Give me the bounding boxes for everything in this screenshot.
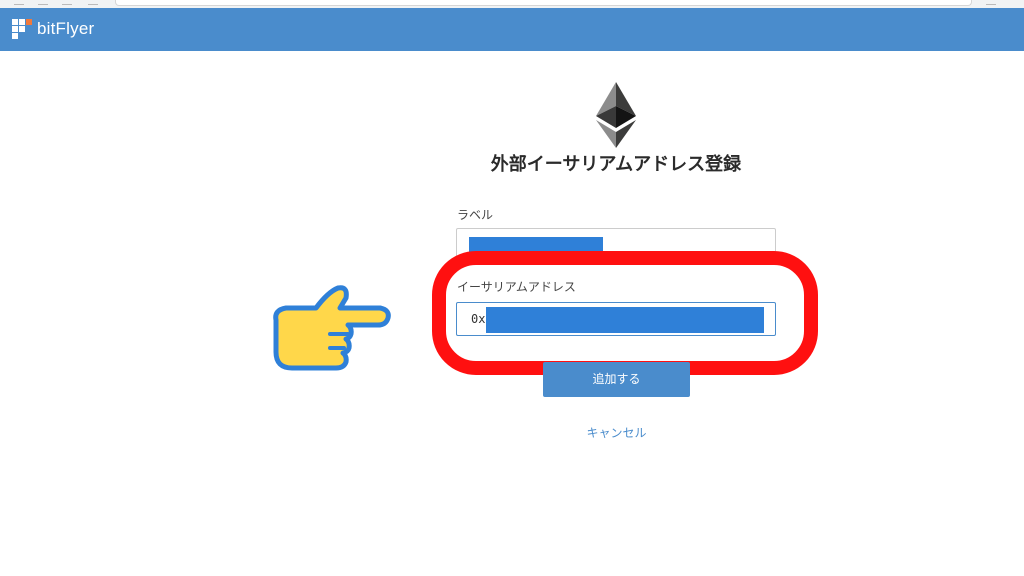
add-button[interactable]: 追加する (543, 362, 690, 397)
redacted-address-value (486, 307, 764, 333)
reload-button[interactable] (62, 0, 72, 5)
browser-toolbar (0, 0, 1024, 8)
page-title: 外部イーサリアムアドレス登録 (490, 154, 742, 175)
address-value: 0x (471, 312, 486, 326)
pointing-hand-icon (273, 285, 391, 371)
label-field-label: ラベル (457, 208, 494, 222)
address-field-label: イーサリアムアドレス (457, 280, 576, 294)
forward-button[interactable] (38, 0, 48, 5)
page: bitFlyer 外部イーサリアムアドレス登録 ラベル イーサリアムアドレス 0… (0, 0, 1024, 576)
address-input[interactable]: 0x (456, 302, 776, 336)
back-button[interactable] (14, 0, 24, 5)
header-bar: bitFlyer (0, 8, 1024, 51)
cancel-link[interactable]: キャンセル (543, 424, 690, 441)
bitflyer-logo[interactable]: bitFlyer (12, 19, 94, 39)
ethereum-icon (596, 82, 636, 148)
address-bar[interactable] (115, 0, 972, 6)
menu-button[interactable] (986, 0, 996, 5)
logo-text: bitFlyer (37, 19, 95, 38)
bitflyer-logo-icon (12, 19, 32, 39)
home-button[interactable] (88, 0, 98, 5)
